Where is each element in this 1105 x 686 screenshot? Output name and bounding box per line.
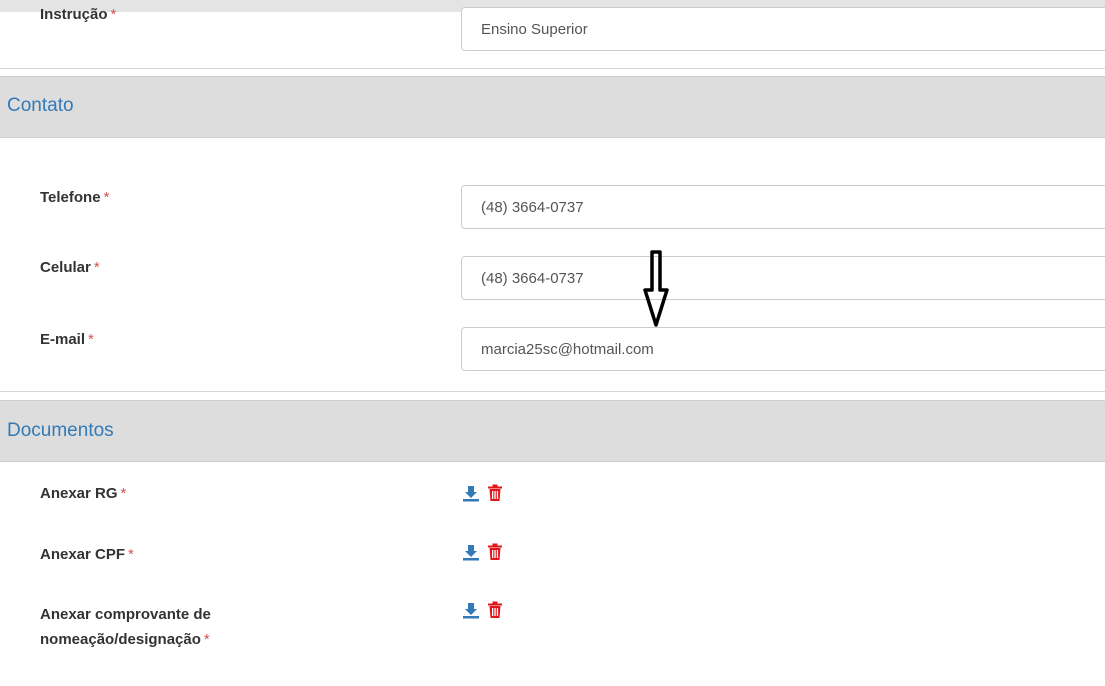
anexar-rg-label: Anexar RG * xyxy=(40,485,127,502)
instrucao-label: Instrução * xyxy=(40,6,117,23)
section-title-contato: Contato xyxy=(7,95,74,116)
anexar-comprovante-label: Anexar comprovante de nomeação/designaçã… xyxy=(40,606,211,648)
trash-icon[interactable] xyxy=(486,543,504,561)
anexar-comprovante-actions xyxy=(462,601,504,619)
email-field[interactable] xyxy=(461,327,1105,371)
download-icon[interactable] xyxy=(462,601,480,619)
telefone-label: Telefone * xyxy=(40,189,110,206)
telefone-field[interactable] xyxy=(461,185,1105,229)
section-title-documentos: Documentos xyxy=(7,420,114,441)
celular-label: Celular * xyxy=(40,259,100,276)
anexar-cpf-actions xyxy=(462,543,504,561)
section-header-documentos: Documentos xyxy=(0,400,1105,462)
celular-field[interactable] xyxy=(461,256,1105,300)
divider xyxy=(0,68,1105,69)
section-header-contato: Contato xyxy=(0,76,1105,138)
download-icon[interactable] xyxy=(462,543,480,561)
email-label: E-mail * xyxy=(40,331,94,348)
instrucao-field[interactable] xyxy=(461,7,1105,51)
anexar-cpf-label: Anexar CPF * xyxy=(40,546,134,563)
trash-icon[interactable] xyxy=(486,484,504,502)
trash-icon[interactable] xyxy=(486,601,504,619)
annotation-arrow-icon xyxy=(643,250,669,327)
divider xyxy=(0,391,1105,392)
download-icon[interactable] xyxy=(462,484,480,502)
anexar-rg-actions xyxy=(462,484,504,502)
